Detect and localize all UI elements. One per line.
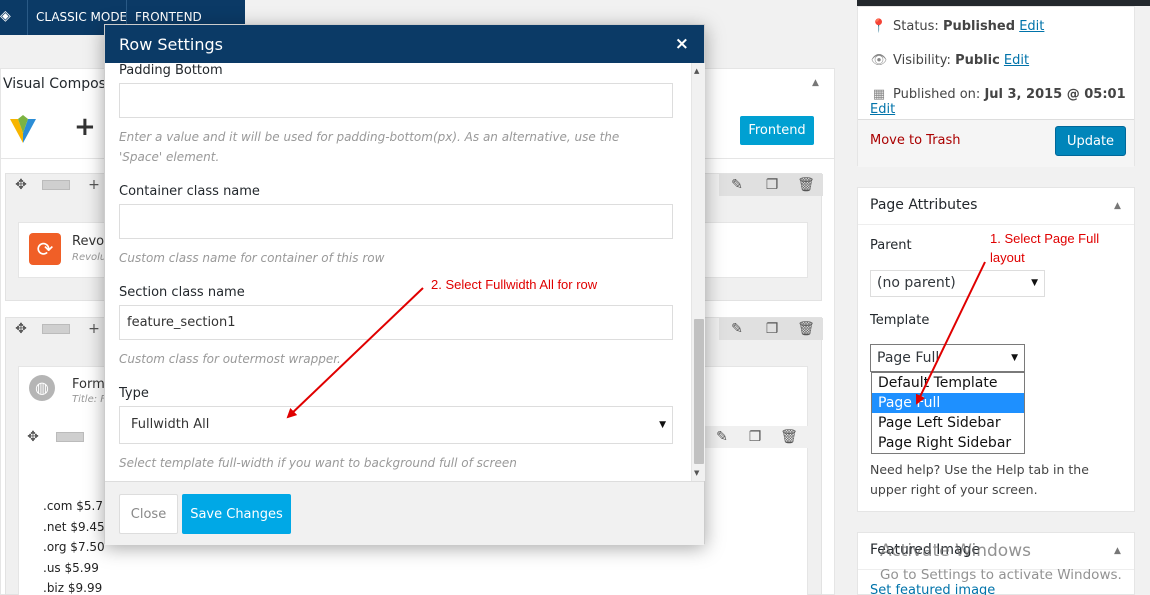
list-item: .org $7.50 [43,540,105,554]
status-edit-link[interactable]: Edit [1019,19,1044,34]
publish-actions: Move to Trash Update [858,119,1134,167]
annotation-step1: 1. Select Page Full layout [990,231,1100,265]
save-changes-button[interactable]: Save Changes [182,494,291,534]
pin-icon: 📍 [870,19,888,34]
element-subtitle: Title: F [72,394,107,405]
publish-box: 📍 Status: Published Edit 👁 Visibility: Pub… [857,6,1135,167]
row-right-controls: ✎ ❐ 🗑 [719,174,823,196]
windows-watermark-title: Activate Windows [880,541,1031,561]
modal-body: Padding Bottom Enter a value and it will… [105,63,693,481]
layout-icon[interactable] [42,180,70,190]
vc-logo-icon [10,115,36,143]
type-select[interactable]: Fullwidth All ▼ [119,406,673,444]
edit-icon[interactable]: ✎ [711,427,733,447]
row-right-controls: ✎ ❐ 🗑 [719,318,823,340]
template-select[interactable]: Page Full ▼ [870,344,1025,372]
clone-icon[interactable]: ❐ [761,175,783,195]
element-title: Form [72,377,105,392]
move-icon[interactable]: ✥ [10,319,32,339]
add-column-icon[interactable]: + [83,175,105,195]
clone-icon[interactable]: ❐ [744,427,766,447]
section-class-label: Section class name [119,285,245,300]
list-item: .com $5.7 [43,499,103,513]
modal-title: Row Settings [119,35,223,54]
chevron-down-icon: ▼ [1031,278,1038,288]
modal-scrollbar[interactable]: ▲ ▼ [691,63,705,481]
scroll-up-icon[interactable]: ▲ [694,67,699,75]
template-label: Template [870,313,930,328]
container-class-input[interactable] [119,204,673,239]
visibility-edit-link[interactable]: Edit [1004,53,1029,68]
container-class-label: Container class name [119,184,260,199]
update-button[interactable]: Update [1055,126,1126,156]
delete-icon[interactable]: 🗑 [778,427,800,447]
close-button[interactable]: Close [119,494,178,534]
delete-icon[interactable]: 🗑 [795,319,817,339]
frontend-button[interactable]: Frontend [740,116,814,145]
collapse-arrow-icon[interactable]: ▲ [1114,546,1121,556]
element-title: Revo [72,234,105,249]
type-help: Select template full-width if you want t… [119,456,517,470]
edit-icon[interactable]: ✎ [726,319,748,339]
list-item: .net $9.45 [43,519,105,534]
template-option[interactable]: Page Left Sidebar [872,413,1024,433]
template-option-selected[interactable]: Page Full [872,393,1024,413]
list-item: .biz $9.99 [43,581,103,595]
windows-watermark-subtitle: Go to Settings to activate Windows. [880,567,1122,583]
row-right-controls: ✎ ❐ 🗑 [704,426,808,448]
close-icon[interactable]: × [675,34,689,54]
published-on-line: ▦ Published on: Jul 3, 2015 @ 05:01 Edit [870,87,1126,117]
layout-icon[interactable] [56,432,84,442]
add-column-icon[interactable]: + [83,319,105,339]
move-to-trash-link[interactable]: Move to Trash [870,133,961,148]
move-icon[interactable]: ✥ [10,175,32,195]
scroll-down-icon[interactable]: ▼ [694,469,699,477]
calendar-icon: ▦ [872,87,886,102]
globe-icon: ◍ [29,375,55,401]
clone-icon[interactable]: ❐ [761,319,783,339]
padding-bottom-input[interactable] [119,83,673,118]
help-text: Need help? Use the Help tab in the upper… [870,462,1089,497]
row-settings-modal: Row Settings × Padding Bottom Enter a va… [104,24,705,545]
modal-header: Row Settings × [105,25,704,63]
annotation-step2: 2. Select Fullwidth All for row [431,277,598,292]
page-attributes-title: Page Attributes [870,197,978,213]
template-option[interactable]: Page Right Sidebar [872,433,1024,453]
move-icon[interactable]: ✥ [22,427,44,447]
edit-icon[interactable]: ✎ [726,175,748,195]
parent-label: Parent [870,238,912,253]
scroll-thumb[interactable] [694,319,704,464]
parent-select[interactable]: (no parent) ▼ [870,270,1045,297]
collapse-arrow-icon[interactable]: ▲ [1114,201,1121,211]
set-featured-image-link[interactable]: Set featured image [870,583,995,595]
section-class-input[interactable]: feature_section1 [119,305,673,340]
modal-footer: Close Save Changes [105,481,704,545]
vc-panel-title: Visual Compose [3,76,115,92]
chevron-down-icon: ▼ [1011,353,1018,363]
wp-logo-icon: ◈ [0,8,11,24]
collapse-arrow-icon[interactable]: ▲ [812,78,819,88]
container-class-help: Custom class name for container of this … [119,251,385,265]
type-label: Type [119,386,149,401]
add-element-icon[interactable]: + [74,112,96,142]
element-subtitle: Revolu [72,252,107,263]
template-dropdown: Default Template Page Full Page Left Sid… [871,372,1025,454]
revolution-slider-icon: ⟳ [29,233,61,265]
published-edit-link[interactable]: Edit [870,102,895,117]
padding-bottom-help: Enter a value and it will be used for pa… [119,130,620,164]
chevron-down-icon: ▼ [659,420,666,430]
padding-bottom-label: Padding Bottom [119,63,223,78]
divider [858,224,1134,225]
layout-icon[interactable] [42,324,70,334]
eye-icon: 👁 [870,53,888,68]
visibility-line: 👁 Visibility: Public Edit [870,53,1030,68]
status-line: 📍 Status: Published Edit [870,19,1045,34]
section-class-help: Custom class for outermost wrapper. [119,352,341,366]
list-item: .us $5.99 [43,560,99,575]
template-option[interactable]: Default Template [872,373,1024,393]
delete-icon[interactable]: 🗑 [795,175,817,195]
domain-price-list: .com $5.7 .net $9.45 .org $7.50 .us $5.9… [43,496,105,595]
